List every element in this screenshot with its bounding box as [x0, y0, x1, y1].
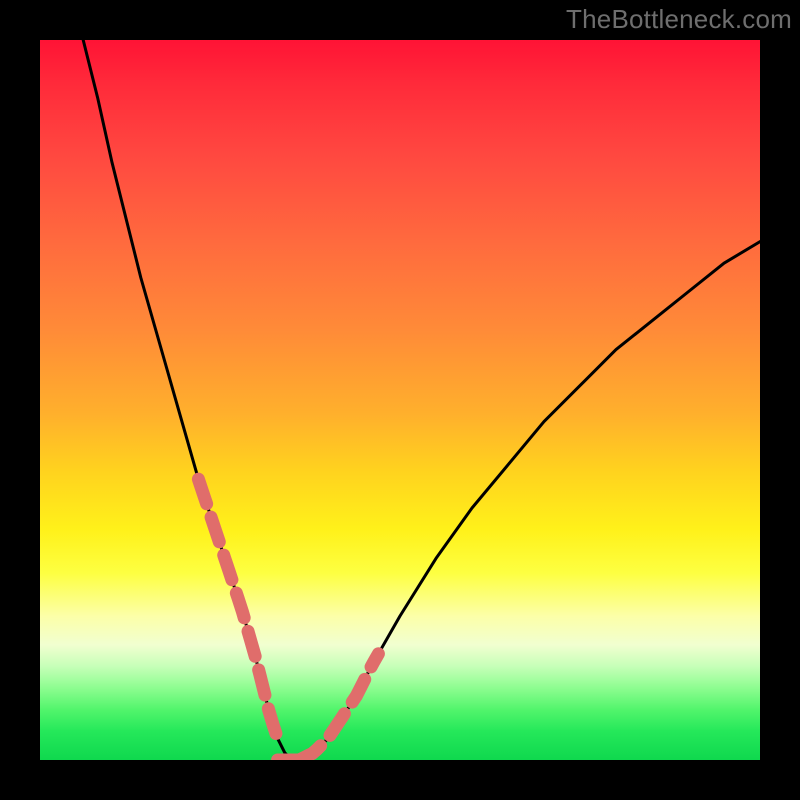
bottleneck-curve	[83, 40, 760, 760]
dash-overlay-right	[299, 654, 378, 760]
plot-area	[40, 40, 760, 760]
chart-frame: TheBottleneck.com	[0, 0, 800, 800]
curve-layer	[40, 40, 760, 760]
watermark-text: TheBottleneck.com	[566, 4, 792, 35]
dash-overlay-left	[198, 479, 277, 738]
